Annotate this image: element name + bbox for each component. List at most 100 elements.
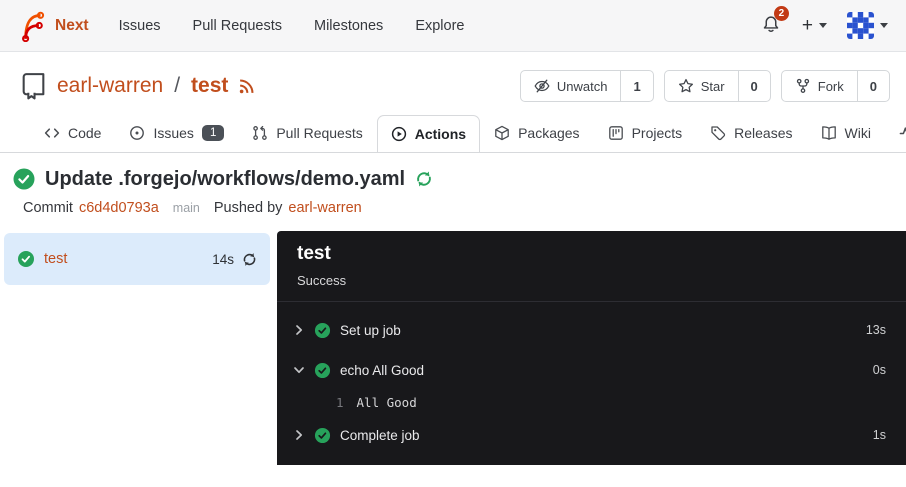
check-circle-icon [314, 427, 331, 444]
commit-label: Commit [23, 200, 73, 216]
navbar-right: 2 + [760, 10, 888, 42]
tab-activity[interactable]: Activity [885, 114, 906, 152]
tab-wiki-label: Wiki [845, 125, 871, 141]
rss-icon[interactable] [238, 78, 255, 95]
pulse-icon [899, 125, 906, 141]
job-duration: 14s [212, 252, 234, 267]
job-status: Success [297, 273, 886, 288]
commit-info: Commit c6d4d0793a main Pushed by earl-wa… [12, 200, 890, 216]
check-circle-icon [314, 322, 331, 339]
repo-separator: / [174, 74, 180, 98]
tab-projects[interactable]: Projects [594, 114, 697, 152]
play-circle-icon [391, 126, 407, 142]
step-row-setup[interactable]: Set up job 13s [293, 310, 886, 350]
repo-book-icon [20, 71, 47, 101]
stars-count[interactable]: 0 [738, 71, 770, 101]
project-icon [608, 125, 624, 141]
commit-sha-link[interactable]: c6d4d0793a [79, 200, 159, 216]
check-circle-icon [314, 362, 331, 379]
plus-icon: + [802, 16, 813, 35]
tab-releases[interactable]: Releases [696, 114, 806, 152]
unwatch-button[interactable]: Unwatch [521, 71, 621, 101]
nav-item-milestones[interactable]: Milestones [298, 18, 399, 34]
log-line-number: 1 [336, 395, 344, 410]
tab-pull-requests[interactable]: Pull Requests [238, 114, 376, 152]
forgejo-logo-icon [18, 10, 46, 42]
forks-count[interactable]: 0 [857, 71, 889, 101]
run-title: Update .forgejo/workflows/demo.yaml [45, 168, 405, 191]
tab-wiki[interactable]: Wiki [807, 114, 885, 152]
step-row-complete[interactable]: Complete job 1s [293, 415, 886, 455]
job-steps: Set up job 13s echo All Good 0s 1 All Go… [277, 302, 906, 455]
star-button[interactable]: Star [665, 71, 738, 101]
nav-item-explore[interactable]: Explore [399, 18, 480, 34]
repo-title: earl-warren / test [20, 71, 255, 101]
chevron-down-icon [293, 364, 305, 376]
step-duration: 0s [873, 363, 886, 377]
workflow-run-header: Update .forgejo/workflows/demo.yaml Comm… [0, 153, 906, 216]
fork-label: Fork [818, 79, 844, 94]
tab-code-label: Code [68, 125, 101, 141]
pushed-by-label: Pushed by [214, 200, 283, 216]
home-link[interactable]: Next [18, 10, 89, 42]
step-label: Set up job [340, 323, 401, 338]
unwatch-label: Unwatch [557, 79, 608, 94]
fork-button-group: Fork 0 [781, 70, 890, 102]
repo-action-buttons: Unwatch 1 Star 0 [520, 70, 890, 102]
tab-issues[interactable]: Issues 1 [115, 114, 238, 152]
pusher-link[interactable]: earl-warren [288, 200, 361, 216]
unwatch-button-group: Unwatch 1 [520, 70, 654, 102]
tab-actions-label: Actions [415, 126, 466, 142]
code-icon [44, 125, 60, 141]
rerun-sync-icon[interactable] [414, 169, 434, 189]
branch-label[interactable]: main [173, 201, 200, 215]
issues-count-badge: 1 [202, 125, 224, 141]
repo-tab-bar: Code Issues 1 Pull Requests Actions [0, 108, 906, 153]
check-circle-icon [17, 250, 35, 268]
star-icon [678, 78, 694, 94]
tab-packages-label: Packages [518, 125, 579, 141]
tab-code[interactable]: Code [30, 114, 115, 152]
notifications-button[interactable]: 2 [760, 10, 782, 42]
tag-icon [710, 125, 726, 141]
chevron-right-icon [293, 429, 305, 441]
tab-packages[interactable]: Packages [480, 114, 593, 152]
tab-projects-label: Projects [632, 125, 683, 141]
job-log-header: test Success [277, 231, 906, 302]
tab-issues-label: Issues [153, 125, 193, 141]
chevron-right-icon [293, 324, 305, 336]
repo-header: earl-warren / test Unwatch [0, 52, 906, 108]
caret-down-icon [819, 23, 827, 28]
tab-releases-label: Releases [734, 125, 792, 141]
log-line: 1 All Good [293, 390, 886, 415]
nav-item-issues[interactable]: Issues [103, 18, 177, 34]
user-menu[interactable] [847, 12, 888, 39]
caret-down-icon [880, 23, 888, 28]
star-label: Star [701, 79, 725, 94]
git-pull-request-icon [252, 125, 268, 141]
issue-opened-icon [129, 125, 145, 141]
step-duration: 1s [873, 428, 886, 442]
package-icon [494, 125, 510, 141]
job-list-item[interactable]: test 14s [4, 233, 270, 285]
job-title: test [297, 243, 886, 265]
tab-actions[interactable]: Actions [377, 115, 480, 153]
log-line-text: All Good [357, 395, 417, 410]
fork-button[interactable]: Fork [782, 71, 857, 101]
watchers-count[interactable]: 1 [620, 71, 652, 101]
step-label: Complete job [340, 428, 420, 443]
navbar-links: Issues Pull Requests Milestones Explore [103, 18, 481, 34]
avatar [847, 12, 874, 39]
rerun-job-icon[interactable] [241, 251, 258, 268]
top-navbar: Next Issues Pull Requests Milestones Exp… [0, 0, 906, 52]
eye-slash-icon [534, 78, 550, 94]
nav-item-pull-requests[interactable]: Pull Requests [177, 18, 298, 34]
star-button-group: Star 0 [664, 70, 771, 102]
step-row-echo[interactable]: echo All Good 0s [293, 350, 886, 390]
run-detail-area: test 14s test Success [0, 231, 906, 465]
repo-name-link[interactable]: test [191, 74, 228, 98]
check-circle-icon [12, 167, 36, 191]
repo-owner-link[interactable]: earl-warren [57, 74, 163, 98]
create-new-menu[interactable]: + [802, 16, 827, 35]
step-label: echo All Good [340, 363, 424, 378]
